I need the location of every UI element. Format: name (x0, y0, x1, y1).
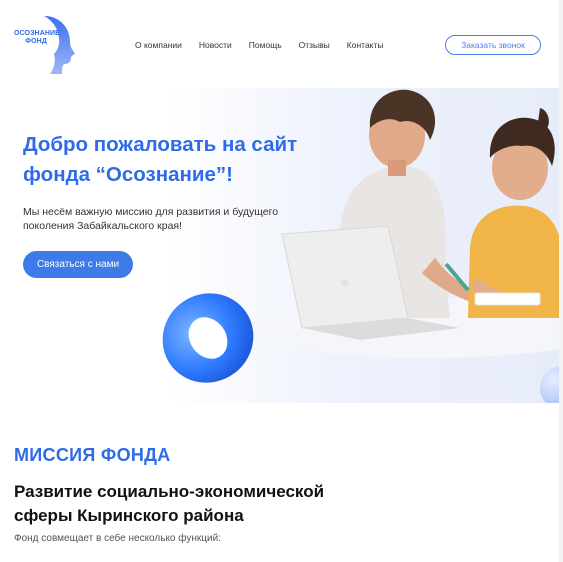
site-header: ОСОЗНАНИЕ ФОНД О компании Новости Помощь… (0, 0, 563, 88)
logo-line1: ОСОЗНАНИЕ (14, 30, 60, 37)
contact-us-button[interactable]: Связаться с нами (23, 251, 133, 278)
mission-title: Развитие социально-экономической сферы К… (14, 482, 325, 525)
hero-section: Добро пожаловать на сайт фонда “Осознани… (0, 88, 563, 403)
mission-text: Фонд совмещает в себе несколько функций: (14, 533, 221, 544)
torus-decoration (162, 293, 254, 383)
nav-item-news[interactable]: Новости (199, 40, 232, 50)
nav-item-help[interactable]: Помощь (249, 40, 282, 50)
hero-title: Добро пожаловать на сайт фонда “Осознани… (23, 133, 298, 186)
logo-line2: ФОНД (25, 38, 47, 45)
scrollbar-track[interactable] (559, 0, 563, 562)
order-call-button[interactable]: Заказать звонок (445, 35, 541, 55)
logo[interactable]: ОСОЗНАНИЕ ФОНД (10, 14, 80, 76)
hero-description: Мы несём важную миссию для развития и бу… (23, 206, 279, 232)
nav-item-reviews[interactable]: Отзывы (299, 40, 330, 50)
nav-item-contacts[interactable]: Контакты (347, 40, 384, 50)
nav-item-about[interactable]: О компании (135, 40, 182, 50)
mission-label: МИССИЯ ФОНДА (14, 445, 171, 465)
main-nav: О компании Новости Помощь Отзывы Контакт… (135, 40, 401, 50)
